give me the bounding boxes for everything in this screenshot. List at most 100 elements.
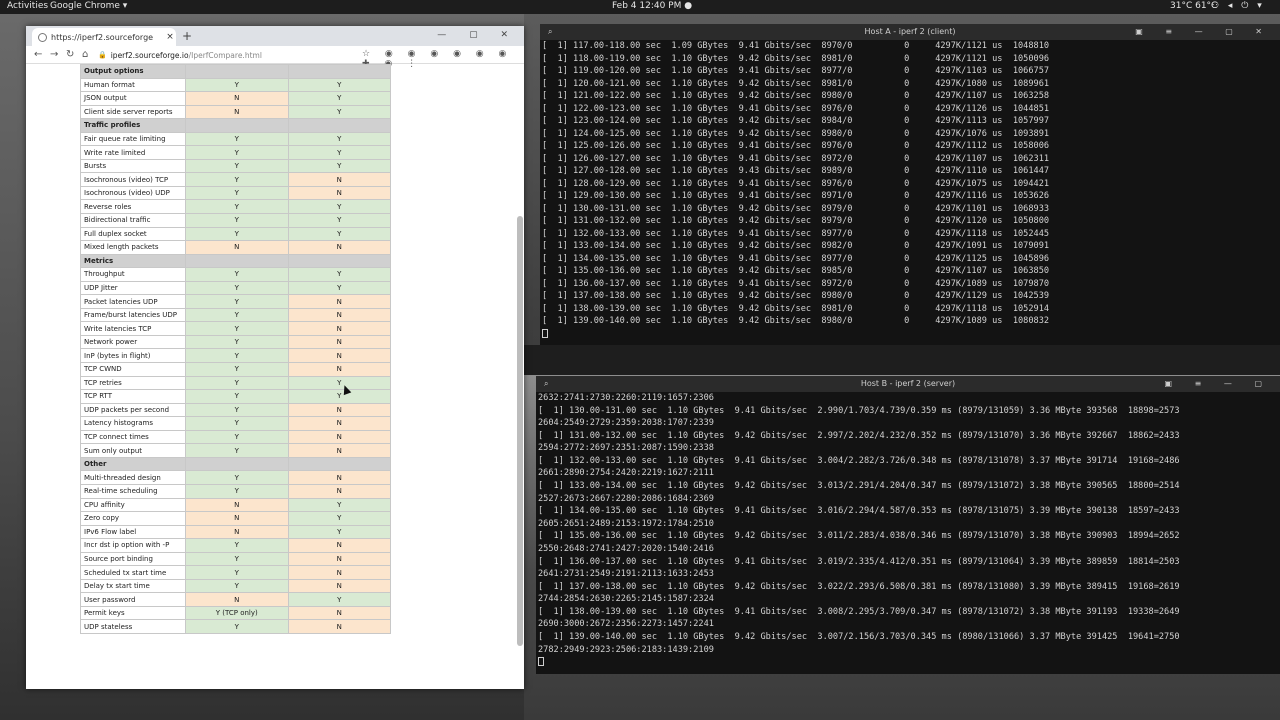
window-controls[interactable]: — ▢ ✕	[437, 30, 518, 40]
terminal-line: [ 1] 139.00-140.00 sec 1.10 GBytes 9.42 …	[538, 631, 1180, 642]
iperf2-support-cell: Y	[184, 429, 289, 445]
table-section-row: Metrics	[80, 253, 392, 269]
section-label: Output options	[80, 64, 186, 79]
search-icon[interactable]: ⌕	[548, 24, 552, 40]
search-icon[interactable]: ⌕	[544, 376, 548, 392]
terminal-line: [ 1] 138.00-139.00 sec 1.10 GBytes 9.41 …	[538, 606, 1180, 617]
iperf3-support-cell: N	[287, 578, 392, 594]
terminal-line: [ 1] 119.00-120.00 sec 1.10 GBytes 9.41 …	[542, 66, 1050, 76]
terminal-line: [ 1] 126.00-127.00 sec 1.10 GBytes 9.41 …	[542, 153, 1050, 164]
terminal-output[interactable]: 2632:2741:2730:2260:2119:1657:2306 [ 1] 1…	[536, 392, 1280, 674]
home-button[interactable]: ⌂	[82, 49, 88, 60]
feature-label: Bursts	[80, 158, 186, 174]
feature-label: JSON output	[80, 91, 186, 106]
iperf3-support-cell: N	[287, 185, 392, 201]
feature-label: Mixed length packets	[80, 240, 186, 255]
iperf2-support-cell: Y	[184, 172, 289, 187]
page-viewport[interactable]: Output options Human format Y Y JSON output N…	[26, 64, 524, 689]
terminal-line: 2632:2741:2730:2260:2119:1657:2306	[538, 393, 714, 403]
section-label: Metrics	[80, 253, 186, 269]
terminal-output[interactable]: [ 1] 117.00-118.00 sec 1.09 GBytes 9.41 …	[540, 40, 1280, 345]
iperf3-support-cell: Y	[287, 77, 392, 93]
tab-strip: https://iperf2.sourceforge × + — ▢ ✕	[26, 26, 524, 46]
iperf3-support-cell: Y	[287, 213, 392, 228]
iperf2-support-cell: Y	[184, 280, 289, 296]
iperf3-support-cell: Y	[287, 375, 392, 391]
iperf2-support-cell: Y	[184, 443, 289, 458]
terminal-host-b[interactable]: ⌕ Host B - iperf 2 (server) ▣ ≡ — ▢ 2632…	[536, 376, 1280, 674]
browser-tab-active[interactable]: https://iperf2.sourceforge ×	[32, 28, 176, 46]
forward-button[interactable]: →	[50, 49, 58, 60]
url-host: iperf2.sourceforge.io	[110, 50, 189, 60]
clock[interactable]: Feb 4 12:40 PM ●	[612, 1, 692, 11]
terminal-line: [ 1] 118.00-119.00 sec 1.10 GBytes 9.42 …	[542, 53, 1050, 64]
close-icon[interactable]: ×	[164, 32, 176, 42]
feature-label: Incr dst ip option with -P	[80, 538, 186, 553]
terminal-line: [ 1] 130.00-131.00 sec 1.10 GBytes 9.42 …	[542, 203, 1050, 214]
table-row: Multi-threaded design Y N	[80, 470, 392, 485]
feature-label: Network power	[80, 334, 186, 350]
table-row: UDP Jitter Y Y	[80, 280, 392, 296]
table-row: Zero copy N Y	[80, 511, 392, 526]
iperf2-support-cell: Y	[184, 416, 289, 431]
terminal-line: [ 1] 131.00-132.00 sec 1.10 GBytes 9.42 …	[542, 216, 1050, 226]
section-filler	[184, 456, 289, 472]
feature-label: User password	[80, 592, 186, 607]
terminal-prompt-line[interactable]	[538, 656, 1280, 669]
iperf2-support-cell: N	[184, 91, 289, 106]
terminal-line: [ 1] 135.00-136.00 sec 1.10 GBytes 9.42 …	[542, 266, 1050, 276]
iperf3-support-cell: N	[287, 307, 392, 323]
section-filler	[184, 118, 289, 133]
terminal-line: [ 1] 120.00-121.00 sec 1.10 GBytes 9.42 …	[542, 78, 1050, 89]
terminal-prompt-line[interactable]	[542, 328, 1280, 341]
url-path: /IperfCompare.html	[188, 50, 262, 60]
back-button[interactable]: ←	[34, 49, 42, 60]
table-section-row: Output options	[80, 64, 392, 79]
iperf2-support-cell: Y (TCP only)	[184, 605, 289, 621]
terminal-window-controls[interactable]: ▣ ≡ — ▢ ✕	[1135, 24, 1272, 40]
address-bar[interactable]: 🔒 iperf2.sourceforge.io /IperfCompare.ht…	[98, 48, 398, 62]
table-row: JSON output N Y	[80, 91, 392, 106]
iperf3-support-cell: N	[287, 483, 392, 499]
terminal-line: [ 1] 138.00-139.00 sec 1.10 GBytes 9.42 …	[542, 303, 1050, 314]
feature-label: CPU affinity	[80, 497, 186, 513]
iperf2-support-cell: N	[184, 497, 289, 513]
terminal-line: [ 1] 129.00-130.00 sec 1.10 GBytes 9.41 …	[542, 191, 1050, 201]
terminal-line: [ 1] 135.00-136.00 sec 1.10 GBytes 9.42 …	[538, 531, 1180, 542]
table-row: Latency histograms Y N	[80, 416, 392, 431]
section-label: Other	[80, 456, 186, 472]
section-filler	[287, 456, 392, 472]
feature-label: Write latencies TCP	[80, 321, 186, 336]
table-row: Network power Y N	[80, 334, 392, 350]
iperf3-support-cell: N	[287, 565, 392, 580]
terminal-line: 2550:2648:2741:2427:2020:1540:2416	[538, 543, 714, 554]
reload-button[interactable]: ↻	[66, 49, 74, 60]
terminal-line: [ 1] 122.00-123.00 sec 1.10 GBytes 9.41 …	[542, 103, 1050, 114]
feature-label: Bidirectional traffic	[80, 213, 186, 228]
section-label: Traffic profiles	[80, 118, 186, 133]
iperf3-support-cell: Y	[287, 389, 392, 404]
table-row: User password N Y	[80, 592, 392, 607]
app-menu[interactable]: Google Chrome ▾	[50, 1, 127, 11]
scrollbar-thumb[interactable]	[517, 216, 523, 646]
iperf3-support-cell: Y	[287, 226, 392, 242]
lock-icon[interactable]: 🔒	[98, 51, 107, 59]
iperf3-support-cell: N	[287, 551, 392, 567]
iperf2-support-cell: Y	[184, 348, 289, 364]
iperf2-support-cell: Y	[184, 483, 289, 499]
iperf3-support-cell: N	[287, 429, 392, 445]
terminal-line: 2744:2854:2630:2265:2145:1587:2324	[538, 594, 714, 605]
iperf3-support-cell: Y	[287, 267, 392, 282]
terminal-window-controls[interactable]: ▣ ≡ — ▢	[1165, 376, 1272, 392]
activities-button[interactable]: Activities	[7, 1, 48, 11]
system-tray-icons[interactable]: ⚇ ◂ ⏻ ▾	[1211, 1, 1265, 11]
terminal-host-a[interactable]: ⌕ Host A - iperf 2 (client) ▣ ≡ — ▢ ✕ [ …	[540, 24, 1280, 345]
terminal-line: [ 1] 131.00-132.00 sec 1.10 GBytes 9.42 …	[538, 430, 1180, 441]
feature-label: Source port binding	[80, 551, 186, 567]
terminal-line: [ 1] 133.00-134.00 sec 1.10 GBytes 9.42 …	[542, 241, 1050, 251]
iperf2-support-cell: Y	[184, 185, 289, 201]
terminal-line: [ 1] 136.00-137.00 sec 1.10 GBytes 9.41 …	[538, 556, 1180, 567]
terminal-line: [ 1] 132.00-133.00 sec 1.10 GBytes 9.41 …	[542, 228, 1050, 239]
new-tab-button[interactable]: +	[182, 29, 192, 43]
page-scrollbar[interactable]	[517, 66, 523, 646]
